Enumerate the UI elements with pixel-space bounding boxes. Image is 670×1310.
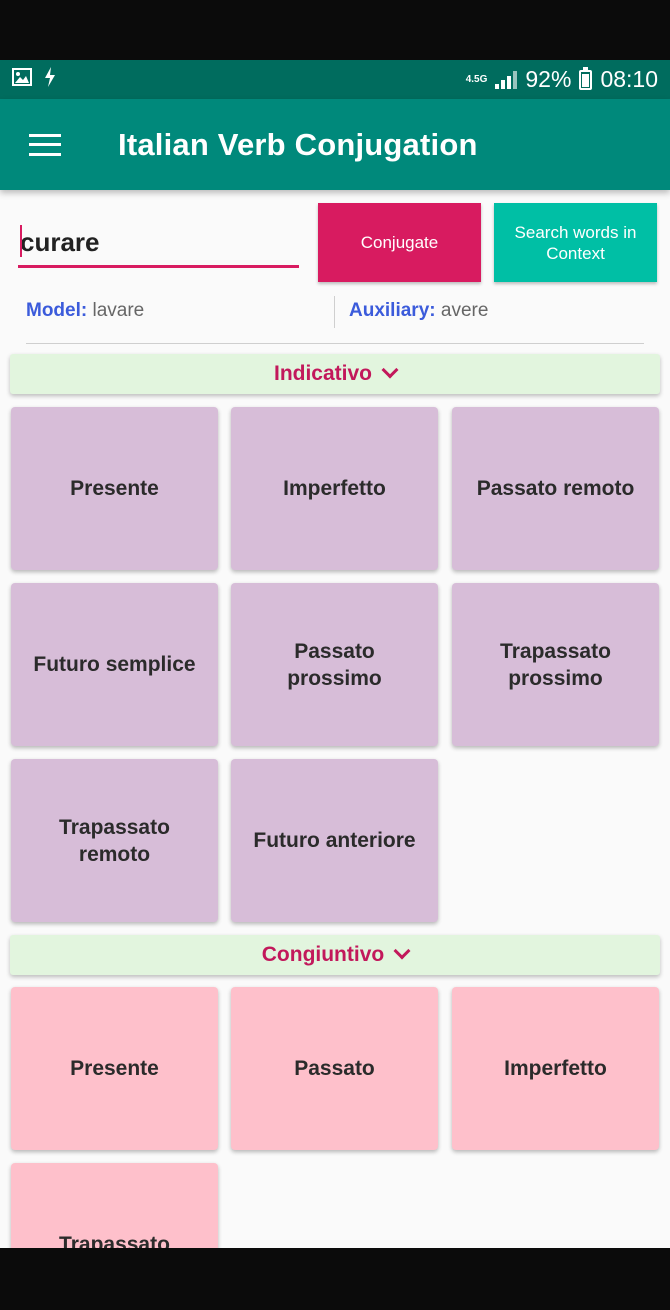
model-value: lavare	[92, 300, 145, 321]
chevron-down-icon	[393, 942, 411, 960]
status-bar: 4.5G 92% 08:10	[0, 60, 670, 99]
info-divider	[334, 296, 335, 328]
battery-icon	[579, 66, 593, 90]
tense-tile[interactable]: Imperfetto	[231, 407, 438, 570]
clock: 08:10	[600, 66, 658, 92]
section-title: Congiuntivo	[261, 943, 385, 966]
app-bar: Italian Verb Conjugation	[0, 99, 670, 190]
model-label: Model:	[26, 300, 88, 321]
main-content: Conjugate Search words in Context Model:…	[0, 190, 670, 1248]
auxiliary-label: Auxiliary:	[349, 300, 436, 321]
hamburger-menu-icon[interactable]	[29, 133, 61, 156]
tense-tile[interactable]: Trapassato prossimo	[452, 583, 659, 746]
tense-tile[interactable]: Passato	[231, 987, 438, 1150]
tense-tile[interactable]: Futuro anteriore	[231, 759, 438, 922]
auxiliary-value: avere	[440, 300, 489, 321]
tense-tile[interactable]: Passato remoto	[452, 407, 659, 570]
flash-icon	[44, 67, 56, 92]
tense-tile[interactable]: Presente	[11, 987, 218, 1150]
model-info: Model: lavare	[26, 300, 144, 322]
tense-tile[interactable]: Trapassato	[11, 1163, 218, 1248]
conjugate-button[interactable]: Conjugate	[318, 203, 481, 282]
top-black-bar	[0, 0, 670, 60]
section-header-indicativo[interactable]: Indicativo	[10, 354, 660, 394]
section-title: Indicativo	[273, 362, 373, 385]
network-type: 4.5G	[465, 73, 488, 85]
app-title: Italian Verb Conjugation	[118, 126, 478, 162]
auxiliary-info: Auxiliary: avere	[349, 300, 488, 322]
bottom-black-bar	[0, 1248, 670, 1310]
tense-tile[interactable]: Presente	[11, 407, 218, 570]
tense-tile[interactable]: Trapassato remoto	[11, 759, 218, 922]
verb-info-row: Model: lavare Auxiliary: avere	[26, 296, 644, 344]
battery-percent: 92%	[525, 66, 572, 92]
signal-icon	[495, 70, 518, 89]
text-cursor	[20, 225, 22, 257]
section-header-congiuntivo[interactable]: Congiuntivo	[10, 935, 660, 975]
verb-input-container	[18, 220, 299, 268]
tense-tile[interactable]: Passato prossimo	[231, 583, 438, 746]
chevron-down-icon	[381, 361, 399, 379]
tense-tile[interactable]: Imperfetto	[452, 987, 659, 1150]
verb-input[interactable]	[18, 220, 299, 264]
image-icon	[12, 68, 32, 91]
search-context-button[interactable]: Search words in Context	[494, 203, 657, 282]
tense-tile[interactable]: Futuro semplice	[11, 583, 218, 746]
